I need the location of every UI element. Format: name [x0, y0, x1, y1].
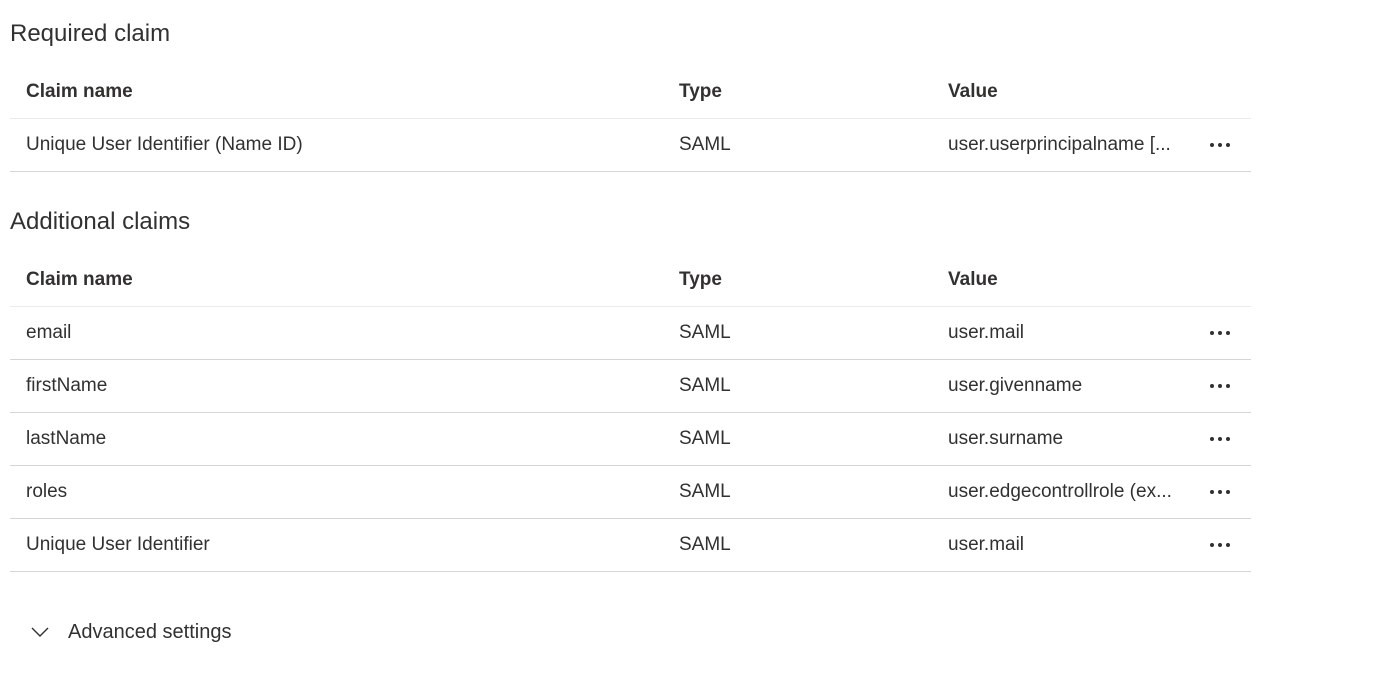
claim-name: firstName	[26, 375, 108, 396]
claim-type: SAML	[679, 134, 731, 155]
table-row[interactable]: Unique User Identifier SAML user.mail	[10, 519, 1251, 572]
more-options-button[interactable]	[1200, 466, 1240, 518]
table-row[interactable]: Unique User Identifier (Name ID) SAML us…	[10, 119, 1251, 172]
required-claim-table: Claim name Type Value Unique User Identi…	[10, 66, 1251, 172]
claim-value: user.userprincipalname [...	[948, 134, 1171, 155]
claim-value: user.surname	[948, 428, 1064, 449]
claim-name: roles	[26, 481, 68, 502]
table-row[interactable]: firstName SAML user.givenname	[10, 360, 1251, 413]
claim-type: SAML	[679, 322, 731, 343]
more-options-icon	[1210, 543, 1230, 547]
claim-type: SAML	[679, 481, 731, 502]
claim-value: user.givenname	[948, 375, 1083, 396]
claim-value: user.mail	[948, 534, 1025, 555]
additional-claims-table: Claim name Type Value email SAML user.ma…	[10, 254, 1251, 572]
claim-type: SAML	[679, 534, 731, 555]
more-options-button[interactable]	[1200, 119, 1240, 171]
advanced-settings-label: Advanced settings	[68, 620, 232, 643]
claim-name: Unique User Identifier	[26, 534, 210, 555]
more-options-icon	[1210, 490, 1230, 494]
more-options-icon	[1210, 384, 1230, 388]
advanced-settings-toggle[interactable]: Advanced settings	[30, 614, 231, 650]
more-options-icon	[1210, 143, 1230, 147]
claim-name: email	[26, 322, 72, 343]
claim-name: lastName	[26, 428, 107, 449]
header-value: Value	[948, 81, 998, 102]
table-row[interactable]: email SAML user.mail	[10, 307, 1251, 360]
more-options-icon	[1210, 437, 1230, 441]
claims-panel: Required claim Claim name Type Value Uni…	[0, 0, 1391, 681]
more-options-button[interactable]	[1200, 307, 1240, 359]
header-claim-name: Claim name	[26, 81, 133, 102]
table-row[interactable]: roles SAML user.edgecontrollrole (ex...	[10, 466, 1251, 519]
header-type: Type	[679, 269, 722, 290]
table-header: Claim name Type Value	[10, 254, 1251, 307]
claim-name: Unique User Identifier (Name ID)	[26, 134, 303, 155]
header-value: Value	[948, 269, 998, 290]
more-options-button[interactable]	[1200, 360, 1240, 412]
header-claim-name: Claim name	[26, 269, 133, 290]
table-header: Claim name Type Value	[10, 66, 1251, 119]
additional-claims-title: Additional claims	[10, 208, 191, 235]
table-row[interactable]: lastName SAML user.surname	[10, 413, 1251, 466]
claim-value: user.mail	[948, 322, 1025, 343]
more-options-button[interactable]	[1200, 519, 1240, 571]
more-options-icon	[1210, 331, 1230, 335]
more-options-button[interactable]	[1200, 413, 1240, 465]
claim-value: user.edgecontrollrole (ex...	[948, 481, 1172, 502]
chevron-down-icon	[30, 622, 50, 642]
required-claim-title: Required claim	[10, 20, 171, 47]
claim-type: SAML	[679, 428, 731, 449]
claim-type: SAML	[679, 375, 731, 396]
header-type: Type	[679, 81, 722, 102]
